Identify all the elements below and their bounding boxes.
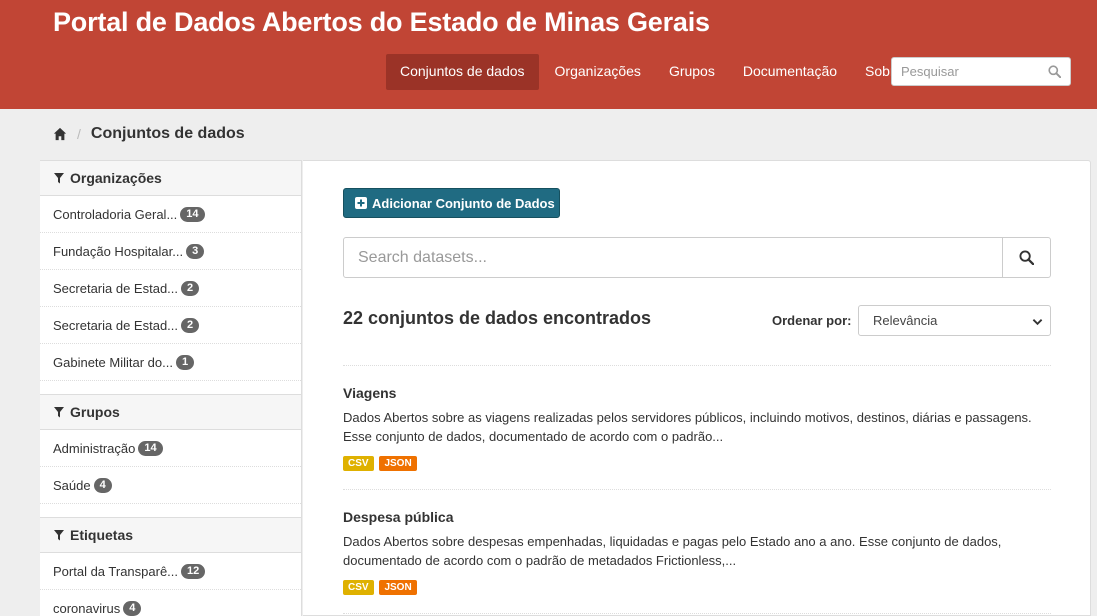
nav-conjuntos-de-dados[interactable]: Conjuntos de dados bbox=[386, 54, 539, 90]
nav-organizacoes[interactable]: Organizações bbox=[541, 54, 655, 90]
format-badge-csv[interactable]: CSV bbox=[343, 580, 374, 595]
count-badge: 14 bbox=[180, 206, 205, 222]
format-badge-csv[interactable]: CSV bbox=[343, 456, 374, 471]
dataset-item: Viagens Dados Abertos sobre as viagens r… bbox=[343, 385, 1051, 471]
count-badge: 3 bbox=[186, 243, 205, 259]
facet-item-group[interactable]: Saúde 4 bbox=[40, 467, 301, 504]
count-badge: 2 bbox=[181, 280, 200, 296]
facet-item-label: Controladoria Geral... bbox=[53, 206, 178, 222]
main-content: Adicionar Conjunto de Dados 22 conjuntos… bbox=[303, 160, 1091, 616]
facet-title: Etiquetas bbox=[70, 527, 134, 543]
chevron-down-icon bbox=[1032, 319, 1043, 326]
home-icon[interactable] bbox=[53, 127, 67, 141]
dataset-title[interactable]: Despesa pública bbox=[343, 509, 1051, 525]
facet-item-tag[interactable]: coronavirus 4 bbox=[40, 590, 301, 616]
search-icon[interactable] bbox=[1048, 65, 1062, 81]
facet-title: Grupos bbox=[70, 404, 120, 420]
main-nav: Conjuntos de dados Organizações Grupos D… bbox=[386, 54, 916, 90]
facet-item-label: Saúde bbox=[53, 477, 91, 493]
facet-item-org[interactable]: Secretaria de Estad... 2 bbox=[40, 307, 301, 344]
add-dataset-button[interactable]: Adicionar Conjunto de Dados bbox=[343, 188, 560, 218]
format-badge-json[interactable]: JSON bbox=[379, 456, 417, 471]
facet-tags-header: Etiquetas bbox=[40, 518, 301, 553]
header-search-input[interactable] bbox=[892, 58, 1032, 85]
header-search bbox=[891, 57, 1071, 86]
breadcrumb-current[interactable]: Conjuntos de dados bbox=[91, 125, 245, 143]
filter-icon bbox=[54, 172, 64, 183]
nav-grupos[interactable]: Grupos bbox=[655, 54, 729, 90]
dataset-formats: CSV JSON bbox=[343, 453, 1051, 471]
dataset-description: Dados Abertos sobre as viagens realizada… bbox=[343, 410, 1032, 444]
divider bbox=[343, 489, 1051, 490]
results-count: 22 conjuntos de dados encontrados bbox=[343, 308, 652, 328]
facet-item-label: Administração bbox=[53, 440, 136, 456]
divider bbox=[343, 613, 1051, 614]
facet-item-label: Secretaria de Estad... bbox=[53, 280, 179, 296]
facet-item-tag[interactable]: Portal da Transparê... 12 bbox=[40, 553, 301, 590]
order-select-value: Relevância bbox=[873, 313, 938, 328]
facet-item-label: Fundação Hospitalar... bbox=[53, 243, 184, 259]
count-badge: 4 bbox=[93, 477, 112, 493]
dataset-search-button[interactable] bbox=[1002, 238, 1050, 277]
facet-item-org[interactable]: Gabinete Militar do... 1 bbox=[40, 344, 301, 381]
nav-documentacao[interactable]: Documentação bbox=[729, 54, 851, 90]
breadcrumb: / Conjuntos de dados bbox=[53, 123, 245, 145]
facet-organizations-header: Organizações bbox=[40, 161, 301, 196]
facet-item-label: coronavirus bbox=[53, 600, 121, 616]
facet-spacer bbox=[40, 381, 301, 395]
count-badge: 12 bbox=[181, 563, 206, 579]
search-icon bbox=[1019, 250, 1034, 265]
facet-groups-header: Grupos bbox=[40, 395, 301, 430]
facet-title: Organizações bbox=[70, 170, 162, 186]
count-badge: 14 bbox=[138, 440, 163, 456]
divider bbox=[343, 365, 1051, 366]
facet-item-org[interactable]: Fundação Hospitalar... 3 bbox=[40, 233, 301, 270]
facet-spacer bbox=[40, 504, 301, 518]
facet-item-group[interactable]: Administração 14 bbox=[40, 430, 301, 467]
dataset-description: Dados Abertos sobre despesas empenhadas,… bbox=[343, 534, 1002, 568]
facet-item-label: Secretaria de Estad... bbox=[53, 317, 179, 333]
count-badge: 2 bbox=[181, 317, 200, 333]
site-title[interactable]: Portal de Dados Abertos do Estado de Min… bbox=[53, 7, 710, 38]
order-select[interactable]: Relevância bbox=[858, 305, 1051, 336]
plus-square-icon bbox=[355, 197, 367, 209]
masthead: Portal de Dados Abertos do Estado de Min… bbox=[0, 0, 1097, 109]
filter-icon bbox=[54, 406, 64, 417]
count-badge: 1 bbox=[175, 354, 195, 370]
facet-item-org[interactable]: Secretaria de Estad... 2 bbox=[40, 270, 301, 307]
dataset-formats: CSV JSON bbox=[343, 577, 1051, 595]
filter-icon bbox=[54, 529, 64, 540]
format-badge-json[interactable]: JSON bbox=[379, 580, 417, 595]
dataset-search-input[interactable] bbox=[344, 238, 984, 277]
dataset-search bbox=[343, 237, 1051, 278]
dataset-item: Despesa pública Dados Abertos sobre desp… bbox=[343, 509, 1051, 595]
breadcrumb-separator: / bbox=[77, 126, 81, 142]
order-label: Ordenar por: bbox=[772, 313, 852, 328]
facet-item-label: Gabinete Militar do... bbox=[53, 354, 173, 370]
facet-item-org[interactable]: Controladoria Geral... 14 bbox=[40, 196, 301, 233]
count-badge: 4 bbox=[123, 600, 142, 616]
dataset-title[interactable]: Viagens bbox=[343, 385, 1051, 401]
sidebar: Organizações Controladoria Geral... 14 Fu… bbox=[40, 160, 302, 616]
add-dataset-label: Adicionar Conjunto de Dados bbox=[372, 195, 555, 211]
facet-item-label: Portal da Transparê... bbox=[53, 563, 179, 579]
